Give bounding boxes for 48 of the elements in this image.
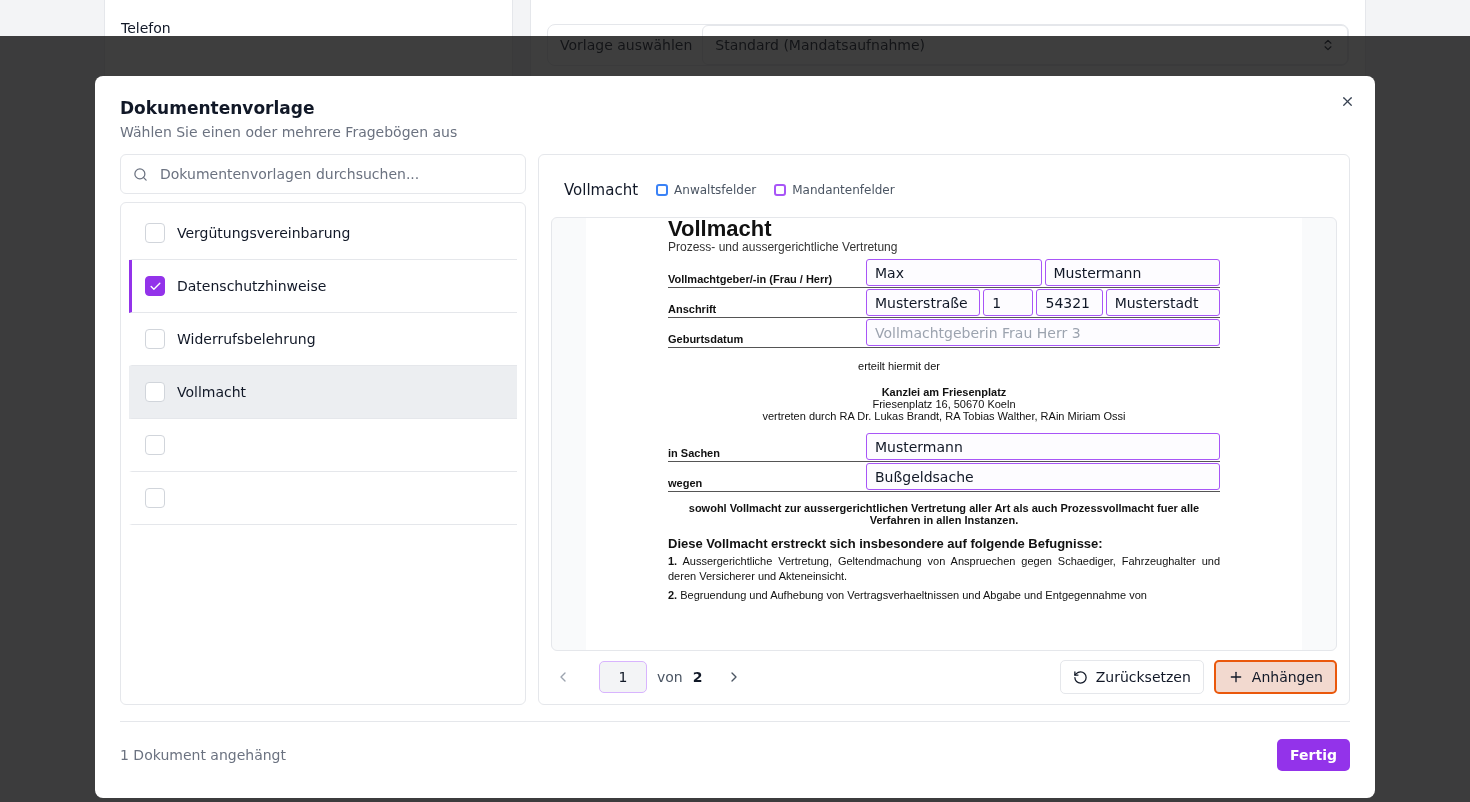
form-field[interactable]: Mustermann	[1044, 259, 1220, 286]
field-label: Vollmachtgeber/-in (Frau / Herr)	[668, 271, 834, 285]
dialog-subtitle: Wählen Sie einen oder mehrere Fragebögen aus	[120, 124, 459, 140]
template-name: Widerrufsbelehrung	[177, 331, 316, 347]
field-label: Geburtsdatum	[668, 331, 745, 345]
firm-address: Friesenplatz 16, 50670 Koeln	[871, 398, 1017, 410]
form-field[interactable]: 54321	[1036, 289, 1103, 316]
page-total: 2	[692, 669, 703, 685]
document-paragraph: 1. Aussergerichtliche Vertretung, Geltendmachung von Anspruechen gegen Schaediger, Fahrzeughalter und deren Versicherer und Akteneinsicht.	[668, 554, 1220, 584]
search-icon	[133, 166, 148, 182]
form-field[interactable]: Max	[866, 259, 1042, 286]
form-field[interactable]: Bußgeldsache	[866, 463, 1220, 490]
reset-button[interactable]: Zurücksetzen	[1059, 660, 1204, 694]
template-name: Datenschutzhinweise	[177, 278, 327, 294]
status-text: 1 Dokument angehängt	[120, 746, 286, 763]
done-button[interactable]: Fertig	[1277, 738, 1350, 771]
template-item[interactable]: Vollmacht	[129, 366, 517, 419]
page-number-field[interactable]: 1	[599, 661, 647, 693]
dialog-title: Dokumentenvorlage	[120, 98, 316, 118]
phone-label: Telefon	[121, 20, 171, 36]
field-label: Anschrift	[668, 301, 718, 315]
document-paragraph: 2. Begruendung und Aufhebung von Vertragsverhaeltnissen und Abgabe und Entgegennahme von	[668, 588, 1148, 603]
field-label: in Sachen	[668, 445, 721, 459]
close-icon	[1340, 94, 1355, 109]
page-of-label: von	[657, 669, 683, 685]
document-heading: Vollmacht	[668, 218, 773, 240]
preview-title: Vollmacht	[564, 181, 639, 199]
legend-label: Mandantenfelder	[792, 183, 895, 197]
document-text: erteilt hiermit der	[857, 360, 941, 372]
reset-icon	[1072, 669, 1088, 685]
template-name: Vollmacht	[177, 384, 247, 400]
form-field[interactable]: Mustermann	[866, 433, 1220, 460]
template-item[interactable]: Datenschutzhinweise	[129, 260, 517, 313]
checkbox[interactable]	[145, 276, 165, 296]
search-field[interactable]: Dokumentenvorlagen durchsuchen...	[120, 154, 526, 194]
firm-name: Kanzlei am Friesenplatz	[880, 386, 1008, 398]
document-text: sowohl Vollmacht zur aussergerichtlichen Vertretung aller Art als auch Prozessvollmacht fuer alle Verfahren in allen Instanzen.	[688, 502, 1200, 526]
document-subheading: Prozess- und aussergerichtliche Vertretung	[668, 240, 899, 254]
form-field[interactable]: Musterstraße	[866, 289, 981, 316]
section-heading: Diese Vollmacht erstreckt sich insbesondere auf folgende Befugnisse:	[668, 536, 1104, 551]
field-label: wegen	[668, 475, 704, 489]
legend-label: Anwaltsfelder	[674, 183, 757, 197]
form-field[interactable]: Vollmachtgeberin Frau Herr 3	[866, 319, 1220, 346]
form-field[interactable]: 1	[983, 289, 1034, 316]
attach-button[interactable]: Anhängen	[1213, 660, 1337, 694]
firm-lawyers: vertreten durch RA Dr. Lukas Brandt, RA Tobias Walther, RAin Miriam Ossi	[761, 410, 1127, 422]
form-field[interactable]: Musterstadt	[1105, 289, 1220, 316]
template-name: Vergütungsvereinbarung	[177, 225, 351, 241]
